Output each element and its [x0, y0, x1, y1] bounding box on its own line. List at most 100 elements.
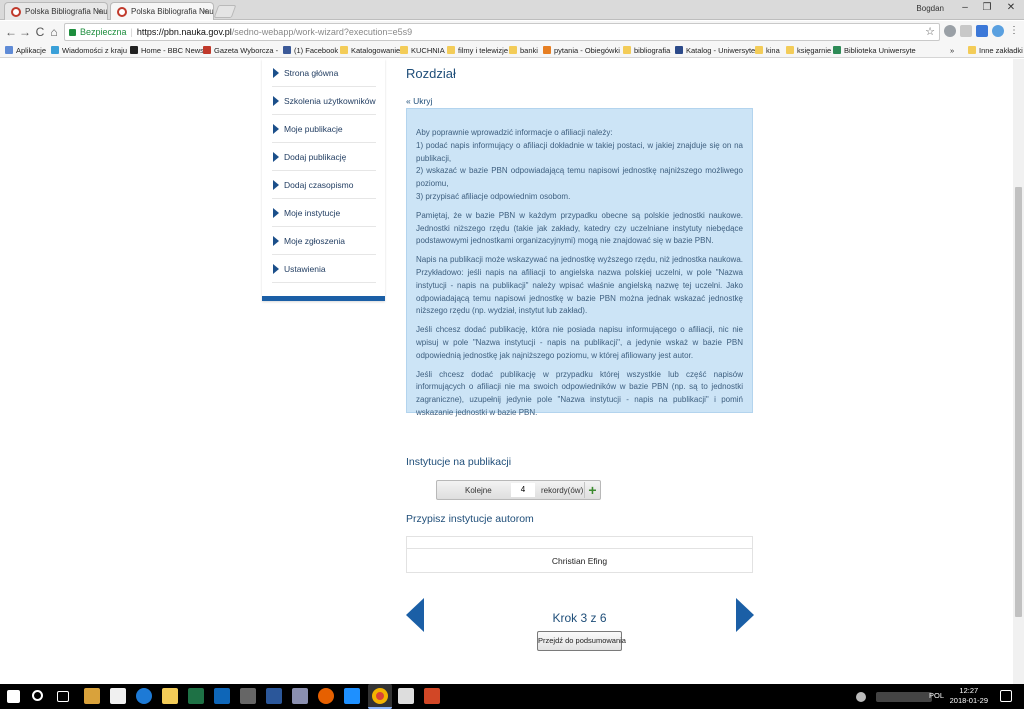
scrollbar-thumb[interactable]	[1015, 187, 1022, 617]
bookmark-folder[interactable]: filmy i telewizje	[447, 45, 508, 56]
outlook-icon[interactable]	[214, 688, 230, 704]
new-tab-button[interactable]	[213, 5, 237, 18]
page-scrollbar[interactable]	[1013, 59, 1024, 684]
tab-2[interactable]: Polska Bibliografia Nauk ×	[110, 2, 214, 20]
bookmark-folder[interactable]: bibliografia	[623, 45, 670, 56]
task-view-icon[interactable]	[57, 691, 69, 702]
menu-kebab-icon[interactable]: ⋮	[1008, 25, 1020, 37]
bookmark-folder[interactable]: Inne zakładki	[968, 45, 1023, 56]
bookmark-folder[interactable]: księgarnie	[786, 45, 831, 56]
step-indicator: Krok 3 z 6	[552, 611, 607, 625]
tab-1[interactable]: Polska Bibliografia Nauk ×	[4, 2, 108, 20]
system-tray-icons[interactable]	[876, 692, 932, 702]
table-row[interactable]: Christian Efing	[406, 548, 753, 573]
profile-name[interactable]: Bogdan	[916, 4, 944, 13]
info-paragraph: Napis na publikacji może wskazywać na je…	[416, 255, 743, 316]
bookmark-folder[interactable]: banki	[509, 45, 538, 56]
tab-close-icon[interactable]: ×	[97, 6, 102, 16]
home-icon[interactable]: ⌂	[47, 24, 61, 40]
forward-icon[interactable]: →	[18, 24, 32, 40]
bbc-icon	[130, 46, 138, 54]
folder-icon	[447, 46, 455, 54]
chrome-taskbar-item[interactable]	[368, 684, 392, 709]
hide-info-link[interactable]: « Ukryj	[406, 96, 432, 106]
word-icon[interactable]	[266, 688, 282, 704]
extension-translate-icon[interactable]	[976, 25, 988, 37]
bookmark-item[interactable]: Katalog - Uniwersyte	[675, 45, 755, 56]
address-bar[interactable]: Bezpieczna | https://pbn.nauka.gov.pl/sedn…	[64, 23, 940, 41]
institutions-section-title: Instytucje na publikacji	[406, 456, 512, 468]
pbn-favicon-icon	[117, 7, 127, 17]
folder-icon	[509, 46, 517, 54]
tab-strip: Polska Bibliografia Nauk × Polska Biblio…	[0, 0, 1024, 20]
extension-globe-icon[interactable]	[992, 25, 1004, 37]
bookmark-item[interactable]: Home - BBC News	[130, 45, 204, 56]
bookmark-item[interactable]: Gazeta Wyborcza -	[203, 45, 278, 56]
go-to-summary-button[interactable]: Przejdź do podsumowania	[537, 631, 626, 651]
excel-icon[interactable]	[188, 688, 204, 704]
reload-icon[interactable]: C	[33, 24, 47, 40]
bookmark-folder[interactable]: KUCHNIA	[400, 45, 445, 56]
clock-date: 2018-01-29	[949, 696, 988, 705]
sidebar-item-my-institutions[interactable]: Moje instytucje	[272, 199, 376, 227]
tab-title: Polska Bibliografia Nauk	[25, 7, 108, 16]
page-title: Rozdział	[406, 66, 456, 81]
sidebar-item-trainings[interactable]: Szkolenia użytkowników	[272, 87, 376, 115]
people-icon[interactable]	[856, 692, 866, 702]
apps-grid-icon	[5, 46, 13, 54]
sidebar-item-settings[interactable]: Ustawienia	[272, 255, 376, 283]
store-icon[interactable]	[110, 688, 126, 704]
language-indicator[interactable]: POL	[929, 691, 944, 700]
extension-info-icon[interactable]	[944, 25, 956, 37]
file-explorer-icon[interactable]	[162, 688, 178, 704]
onedrive-icon[interactable]	[344, 688, 360, 704]
minimize-icon[interactable]: –	[954, 2, 976, 18]
calculator-icon[interactable]	[398, 688, 414, 704]
clock[interactable]: 12:27 2018-01-29	[950, 686, 988, 706]
firefox-icon[interactable]	[318, 688, 334, 704]
bookmark-item[interactable]: Aplikacje	[5, 45, 46, 56]
sidebar-item-add-journal[interactable]: Dodaj czasopismo	[272, 171, 376, 199]
tab-title: Polska Bibliografia Nauk	[131, 7, 214, 16]
next-step-arrow-icon[interactable]	[736, 598, 754, 632]
back-icon[interactable]: ←	[4, 24, 18, 40]
bookmark-favicon-icon	[51, 46, 59, 54]
folder-icon	[623, 46, 631, 54]
bookmark-item[interactable]: pytania - Obiegówki	[543, 45, 620, 56]
bookmark-item[interactable]: (1) Facebook	[283, 45, 338, 56]
tab-close-icon[interactable]: ×	[203, 6, 208, 16]
windows-start-icon[interactable]	[7, 690, 20, 703]
add-records-button[interactable]: +	[584, 482, 600, 498]
search-icon[interactable]	[32, 690, 43, 701]
notifications-icon[interactable]	[1000, 690, 1012, 702]
edge-icon[interactable]	[136, 688, 152, 704]
bookmark-item[interactable]: Biblioteka Uniwersyte	[833, 45, 916, 56]
bookmarks-overflow[interactable]: »	[950, 45, 954, 56]
media-app-icon[interactable]	[84, 688, 100, 704]
windows-taskbar: POL 12:27 2018-01-29	[0, 684, 1024, 709]
katalog-icon	[675, 46, 683, 54]
chevron-right-icon	[273, 152, 279, 162]
maximize-icon[interactable]: ❐	[976, 2, 998, 18]
url-host: https://pbn.nauka.gov.pl	[136, 27, 232, 37]
address-separator: |	[130, 27, 133, 37]
sidebar-item-my-requests[interactable]: Moje zgłoszenia	[272, 227, 376, 255]
bookmark-folder[interactable]: Katalogowanie	[340, 45, 400, 56]
sidebar-item-my-publications[interactable]: Moje publikacje	[272, 115, 376, 143]
assign-section-title: Przypisz instytucje autorom	[406, 513, 534, 525]
bookmark-star-icon[interactable]: ☆	[925, 24, 935, 40]
bookmark-item[interactable]: Wiadomości z kraju	[51, 45, 127, 56]
page-content: Strona główna Szkolenia użytkowników Moj…	[0, 59, 1013, 684]
sidebar-item-add-publication[interactable]: Dodaj publikację	[272, 143, 376, 171]
sidebar-item-home[interactable]: Strona główna	[272, 59, 376, 87]
bookmark-folder[interactable]: kina	[755, 45, 780, 56]
app-icon[interactable]	[240, 688, 256, 704]
records-count-input[interactable]	[511, 483, 535, 497]
clock-time: 12:27	[959, 686, 979, 695]
browser-toolbar: ← → C ⌂ Bezpieczna | https://pbn.nauka.gov…	[0, 21, 1024, 43]
powerpoint-icon[interactable]	[424, 688, 440, 704]
close-window-icon[interactable]: ✕	[1000, 2, 1022, 18]
bookmarks-bar: Aplikacje Wiadomości z kraju Home - BBC …	[0, 43, 1024, 58]
extension-shield-icon[interactable]	[960, 25, 972, 37]
app-icon[interactable]	[292, 688, 308, 704]
